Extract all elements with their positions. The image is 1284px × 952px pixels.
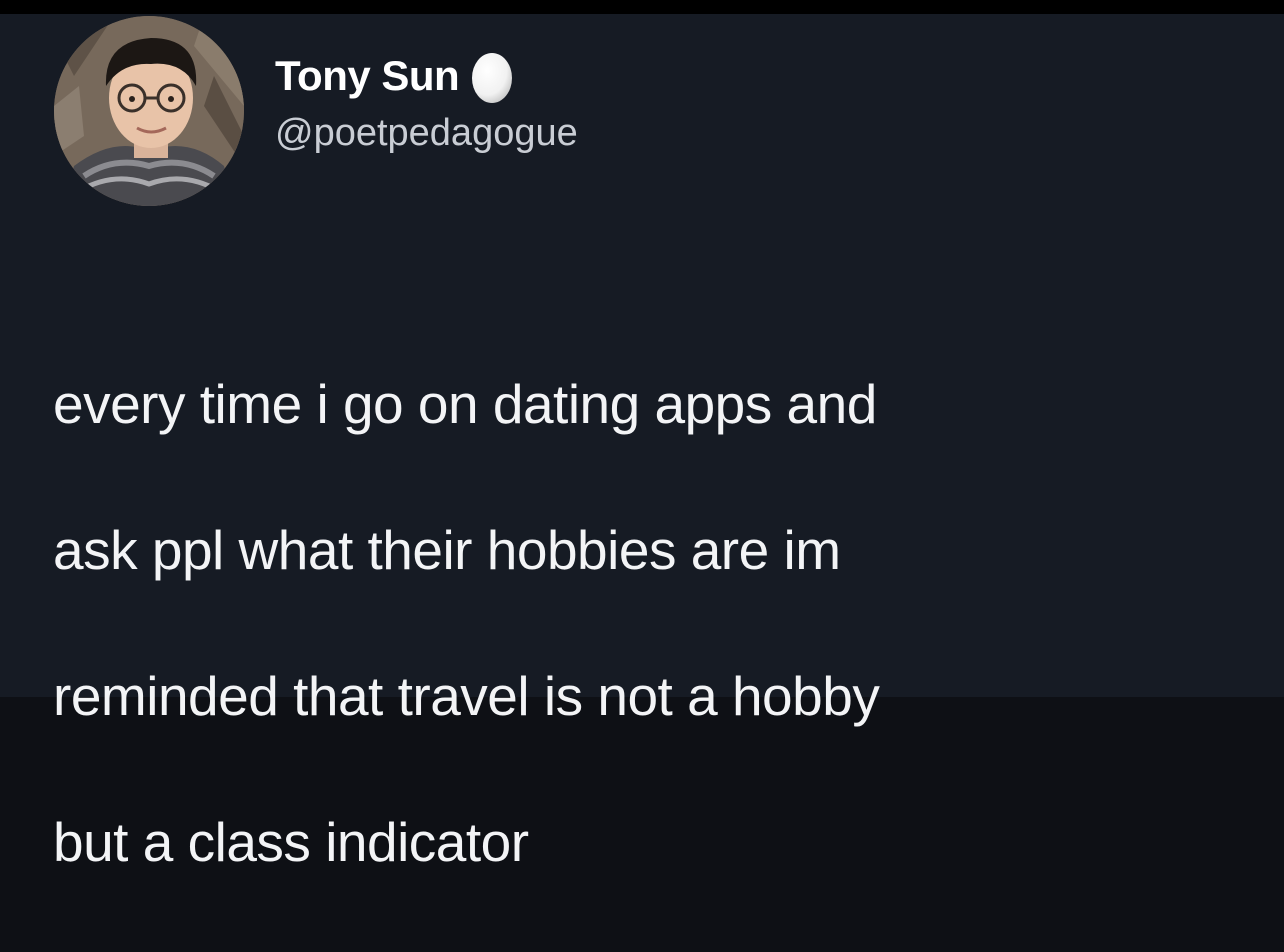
- handle[interactable]: @poetpedagogue: [275, 108, 578, 158]
- display-name[interactable]: Tony Sun: [275, 48, 460, 104]
- tweet-card: Tony Sun @poetpedagogue every time i go …: [0, 14, 1284, 873]
- top-bar: [0, 0, 1284, 14]
- profile-photo-icon: [54, 16, 244, 206]
- user-info: Tony Sun @poetpedagogue: [275, 48, 578, 158]
- name-row: Tony Sun: [275, 48, 578, 104]
- tweet-text-line: but a class indicator: [53, 811, 529, 873]
- tweet-text-line: every time i go on dating apps and: [53, 373, 877, 435]
- tweet-text-line: ask ppl what their hobbies are im: [53, 519, 841, 581]
- avatar[interactable]: [54, 16, 244, 206]
- tweet-text: every time i go on dating apps and ask p…: [53, 295, 1233, 952]
- egg-icon: [467, 47, 517, 105]
